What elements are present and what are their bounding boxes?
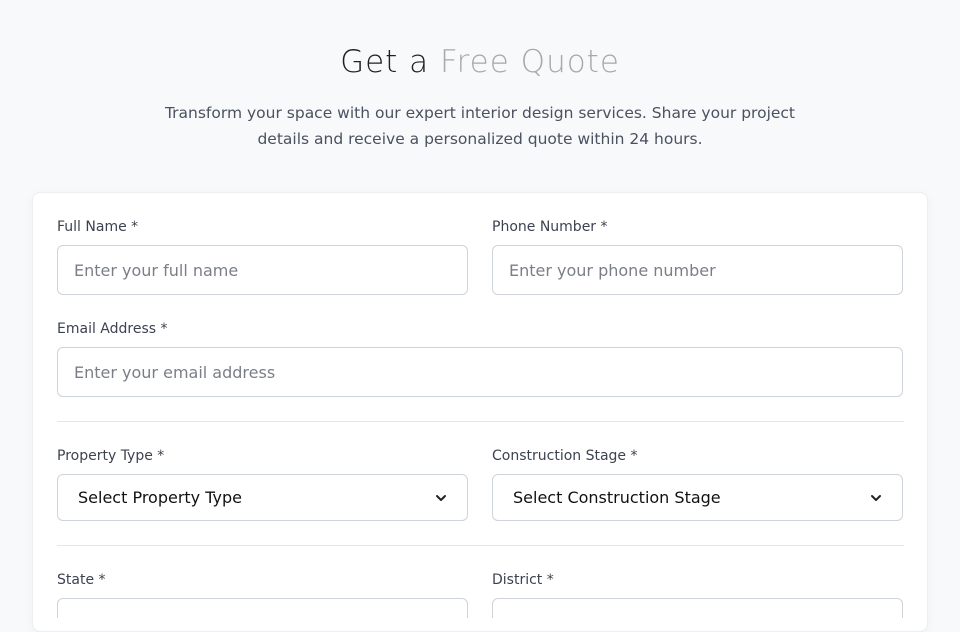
construction-stage-value: Select Construction Stage xyxy=(513,488,721,507)
district-label: District * xyxy=(492,572,554,588)
district-select[interactable] xyxy=(492,598,903,618)
property-type-value: Select Property Type xyxy=(78,488,242,507)
state-label: State * xyxy=(57,572,106,588)
email-input[interactable] xyxy=(57,347,903,397)
email-label: Email Address * xyxy=(57,321,168,337)
full-name-label: Full Name * xyxy=(57,219,139,235)
title-lead: Get a xyxy=(340,44,430,80)
property-type-label: Property Type * xyxy=(57,448,165,464)
construction-stage-select[interactable]: Select Construction Stage xyxy=(492,474,903,521)
state-select[interactable] xyxy=(57,598,468,618)
phone-input[interactable] xyxy=(492,245,903,295)
section-divider xyxy=(57,545,904,546)
chevron-down-icon xyxy=(871,494,881,501)
quote-form-card: Full Name * Phone Number * Email Address… xyxy=(32,192,928,632)
phone-label: Phone Number * xyxy=(492,219,608,235)
page-title: Get a Free Quote xyxy=(0,44,960,80)
title-accent: Free Quote xyxy=(440,44,620,80)
full-name-input[interactable] xyxy=(57,245,468,295)
chevron-down-icon xyxy=(436,494,446,501)
section-divider xyxy=(57,421,904,422)
construction-stage-label: Construction Stage * xyxy=(492,448,638,464)
property-type-select[interactable]: Select Property Type xyxy=(57,474,468,521)
page-subtitle: Transform your space with our expert int… xyxy=(164,104,796,148)
